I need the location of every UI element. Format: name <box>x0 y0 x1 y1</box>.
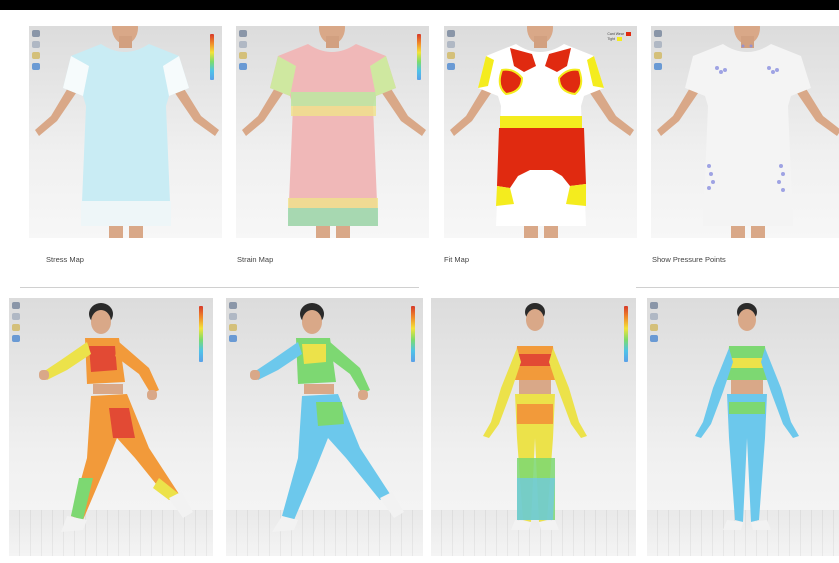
fit-map-panel[interactable]: Cant Wear Tight <box>444 26 637 238</box>
caption-pressure-points: Show Pressure Points <box>652 255 726 264</box>
stress-map-panel[interactable] <box>29 26 222 238</box>
caption-strain-map: Strain Map <box>237 255 274 264</box>
avatar-dress-fit <box>450 26 634 238</box>
running-heatmap-panel[interactable] <box>9 298 213 556</box>
running-strain-panel[interactable] <box>226 298 423 556</box>
avatar-standing-2 <box>695 303 799 530</box>
avatar-running-1 <box>39 303 193 532</box>
avatar-standing-1 <box>483 303 587 530</box>
standing-strain-panel[interactable] <box>647 298 839 556</box>
avatar-dress-strain <box>242 26 426 238</box>
caption-fit-map: Fit Map <box>444 255 470 264</box>
divider <box>20 287 419 288</box>
standing-heatmap-panel[interactable] <box>431 298 636 556</box>
divider <box>636 287 839 288</box>
pressure-points-panel[interactable] <box>651 26 839 238</box>
top-black-bar <box>0 0 839 10</box>
caption-stress-map: Stress Map <box>46 255 84 264</box>
avatar-dress-stress <box>35 26 219 238</box>
avatar-running-2 <box>250 303 404 532</box>
avatar-dress-pressure <box>657 26 839 238</box>
strain-map-panel[interactable] <box>236 26 429 238</box>
